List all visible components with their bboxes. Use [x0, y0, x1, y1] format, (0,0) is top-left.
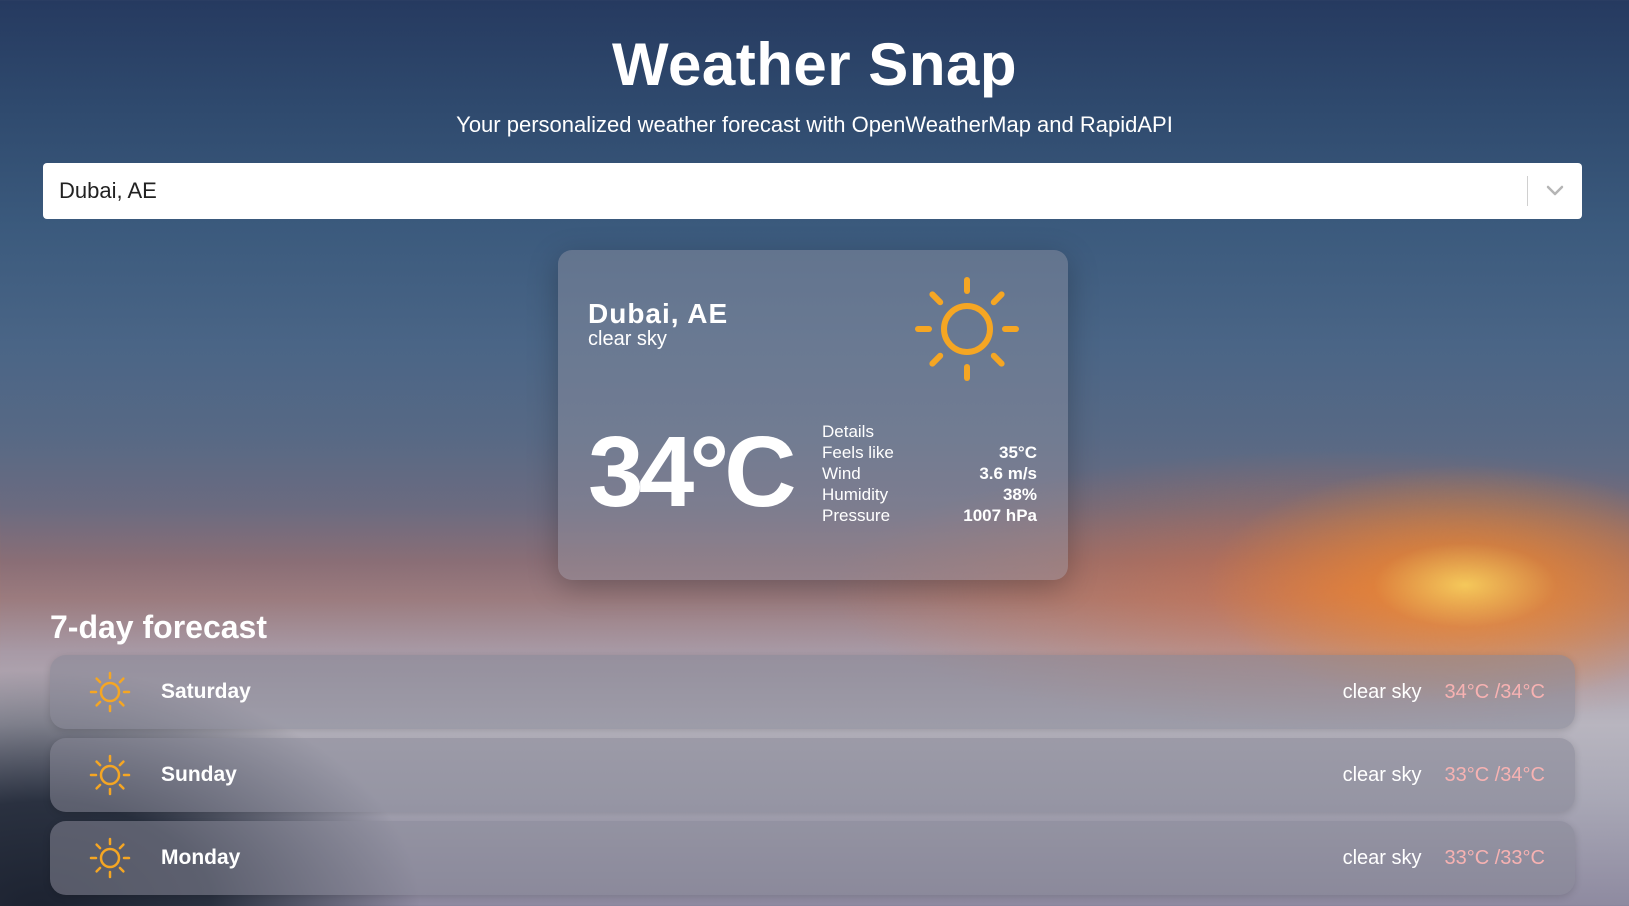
details-panel: Details Feels like 35°C Wind 3.6 m/s Hum…: [822, 421, 1037, 526]
forecast-title: 7-day forecast: [50, 609, 267, 645]
forecast-list: Saturday clear sky 34°C /34°C Sunday cle…: [50, 655, 1575, 904]
detail-label: Pressure: [822, 506, 891, 525]
forecast-item-saturday[interactable]: Saturday clear sky 34°C /34°C: [50, 655, 1575, 729]
details-heading: Details: [822, 422, 874, 441]
forecast-description: clear sky: [1342, 763, 1422, 786]
detail-value: 38%: [1002, 485, 1037, 504]
forecast-temp: 34°C /34°C: [1444, 680, 1546, 703]
app-subtitle: Your personalized weather forecast with …: [456, 112, 1173, 137]
chevron-down-icon[interactable]: [1528, 185, 1582, 197]
detail-row-wind: Wind 3.6 m/s: [822, 463, 1037, 484]
detail-row-pressure: Pressure 1007 hPa: [822, 505, 1037, 526]
detail-row-feels-like: Feels like 35°C: [822, 442, 1037, 463]
sun-icon: [913, 275, 1021, 383]
forecast-description: clear sky: [1342, 846, 1422, 869]
detail-value: 1007 hPa: [963, 506, 1037, 525]
forecast-item-monday[interactable]: Monday clear sky 33°C /33°C: [50, 821, 1575, 895]
sun-icon: [88, 836, 132, 880]
current-description: clear sky: [588, 328, 667, 350]
forecast-temp: 33°C /33°C: [1444, 846, 1546, 869]
forecast-description: clear sky: [1342, 680, 1422, 703]
detail-label: Feels like: [822, 443, 894, 462]
header: Weather Snap Your personalized weather f…: [0, 30, 1629, 138]
app-title: Weather Snap: [612, 31, 1017, 98]
detail-label: Wind: [822, 464, 861, 483]
forecast-item-sunday[interactable]: Sunday clear sky 33°C /34°C: [50, 738, 1575, 812]
forecast-day: Sunday: [161, 763, 237, 786]
current-city: Dubai, AE: [588, 298, 729, 329]
city-search-value[interactable]: Dubai, AE: [43, 178, 1527, 204]
sun-icon: [88, 670, 132, 714]
forecast-day: Saturday: [161, 680, 251, 703]
forecast-temp: 33°C /34°C: [1444, 763, 1546, 786]
detail-value: 3.6 m/s: [979, 464, 1037, 483]
forecast-day: Monday: [161, 846, 241, 869]
current-temperature: 34°C: [588, 416, 796, 528]
city-search-select[interactable]: Dubai, AE: [43, 163, 1582, 219]
detail-value: 35°C: [999, 443, 1037, 462]
detail-label: Humidity: [822, 485, 889, 504]
detail-row-humidity: Humidity 38%: [822, 484, 1037, 505]
sun-icon: [88, 753, 132, 797]
current-weather-card: Dubai, AE clear sky 34°C Details Feels l…: [558, 250, 1068, 580]
